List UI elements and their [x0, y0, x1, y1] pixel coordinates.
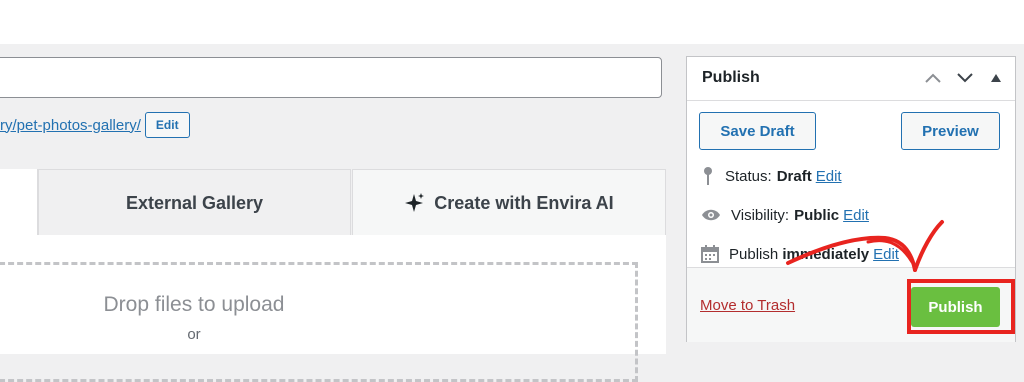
annotation-arrow	[786, 220, 944, 272]
